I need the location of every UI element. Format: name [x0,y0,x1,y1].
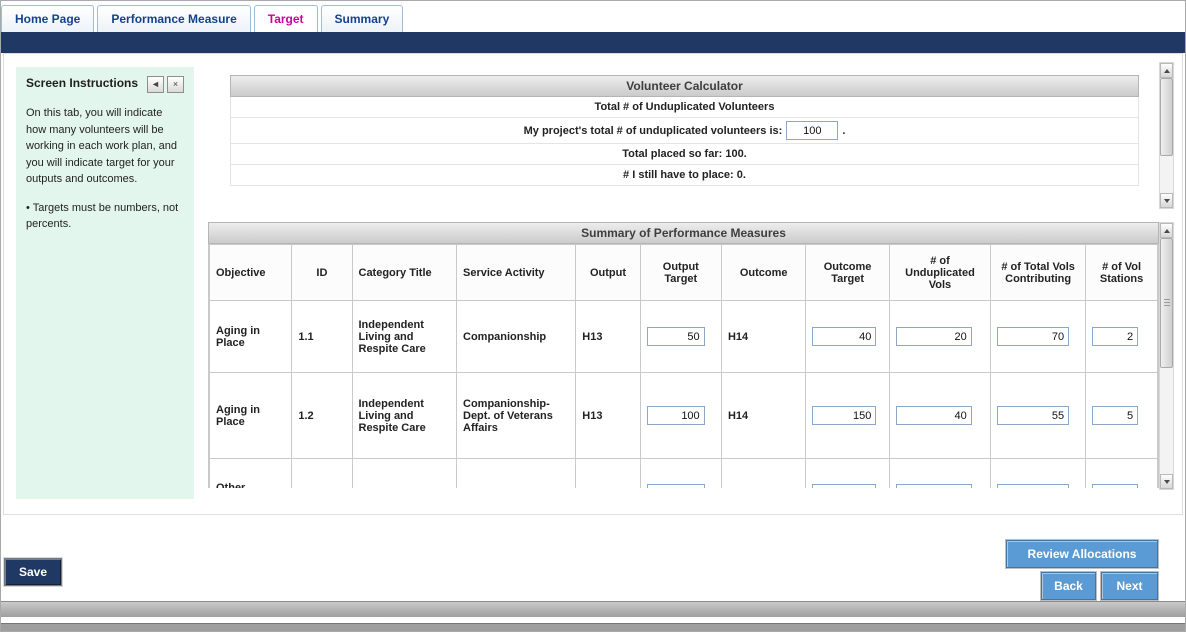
summary-scrollbar[interactable] [1159,222,1174,490]
col-header-output-target: Output Target [640,245,721,301]
vol-stations-input[interactable] [1092,327,1138,346]
screen-instructions-panel: Screen Instructions ◄ × On this tab, you… [16,67,194,499]
cell-service: Companionship [457,301,576,373]
unduplicated-volunteers-row: My project's total # of unduplicated vol… [230,118,1139,144]
instructions-prev-button[interactable]: ◄ [147,76,164,93]
still-to-place-text: # I still have to place: 0. [230,165,1139,186]
status-bar [1,601,1185,617]
cell-id: 1.1 [292,301,352,373]
cell-outcome: H14 [721,301,805,373]
tab-target[interactable]: Target [254,5,318,32]
performance-summary-table: Objective ID Category Title Service Acti… [209,244,1158,488]
instructions-paragraph-2: • Targets must be numbers, not percents. [26,200,184,233]
cell-service: Serving Non- [457,459,576,489]
performance-summary-table-viewport: Objective ID Category Title Service Acti… [208,244,1159,488]
summary-scroll-thumb[interactable] [1160,238,1173,368]
output-target-input[interactable] [647,484,705,488]
review-allocations-button[interactable]: Review Allocations [1006,540,1158,568]
col-header-category-title: Category Title [352,245,457,301]
cell-id: 1.2 [292,373,352,459]
table-row: Aging in Place 1.2 Independent Living an… [210,373,1158,459]
cell-objective: Aging in Place [210,301,292,373]
unduplicated-volunteers-suffix: . [842,125,845,137]
instructions-paragraph-1: On this tab, you will indicate how many … [26,105,184,188]
cell-category: Independent Living and Respite Care [352,373,457,459]
cell-output: OT2 [576,459,640,489]
col-header-output: Output [576,245,640,301]
volunteer-calculator-content: Volunteer Calculator Total # of Unduplic… [208,62,1159,209]
content-area: Screen Instructions ◄ × On this tab, you… [3,53,1183,515]
total-vols-input[interactable] [997,327,1069,346]
app-window: Home Page Performance Measure Target Sum… [0,0,1186,632]
performance-summary-content: Summary of Performance Measures Objectiv… [208,222,1159,490]
total-vols-input[interactable] [997,484,1069,488]
screen-instructions-title: Screen Instructions [26,76,144,90]
tab-bar: Home Page Performance Measure Target Sum… [1,1,1185,32]
performance-summary-panel: Summary of Performance Measures Objectiv… [208,222,1174,490]
volunteer-calculator-panel: Volunteer Calculator Total # of Unduplic… [208,62,1174,209]
main-panel: Volunteer Calculator Total # of Unduplic… [208,62,1174,504]
col-header-id: ID [292,245,352,301]
cell-id: 2.1 [292,459,352,489]
tab-home-page[interactable]: Home Page [1,5,94,32]
output-target-input[interactable] [647,406,705,425]
unduplicated-vols-input[interactable] [896,406,972,425]
col-header-outcome-target: Outcome Target [806,245,889,301]
col-header-objective: Objective [210,245,292,301]
cell-service: Companionship-Dept. of Veterans Affairs [457,373,576,459]
bottom-edge-bar [1,623,1185,631]
scroll-down-icon[interactable] [1160,193,1173,208]
next-button[interactable]: Next [1101,572,1158,600]
total-vols-input[interactable] [997,406,1069,425]
cell-output: H13 [576,373,640,459]
back-button[interactable]: Back [1041,572,1096,600]
output-target-input[interactable] [647,327,705,346]
cell-objective: Other Healthy [210,459,292,489]
table-row: Other Healthy 2.1 Other Serving Non- OT2 [210,459,1158,489]
tab-performance-measure[interactable]: Performance Measure [97,5,250,32]
col-header-outcome: Outcome [721,245,805,301]
unduplicated-volunteers-label: My project's total # of unduplicated vol… [524,125,783,137]
calculator-scroll-thumb[interactable] [1160,78,1173,156]
screen-instructions-header: Screen Instructions ◄ × [26,76,184,93]
col-header-total-vols-contributing: # of Total Vols Contributing [991,245,1086,301]
scroll-up-icon[interactable] [1160,63,1173,78]
tab-summary[interactable]: Summary [321,5,404,32]
scroll-up-icon[interactable] [1160,223,1173,238]
scroll-down-icon[interactable] [1160,474,1173,489]
vol-stations-input[interactable] [1092,406,1138,425]
unduplicated-vols-input[interactable] [896,484,972,488]
cell-objective: Aging in Place [210,373,292,459]
table-row: Aging in Place 1.1 Independent Living an… [210,301,1158,373]
col-header-vol-stations: # of Vol Stations [1086,245,1158,301]
calculator-subtitle: Total # of Unduplicated Volunteers [230,97,1139,118]
cell-outcome: H14 [721,373,805,459]
unduplicated-volunteers-input[interactable] [786,121,838,140]
unduplicated-vols-input[interactable] [896,327,972,346]
cell-output: H13 [576,301,640,373]
save-button[interactable]: Save [4,558,62,586]
header-bar [1,32,1185,53]
cell-category: Independent Living and Respite Care [352,301,457,373]
calculator-scrollbar[interactable] [1159,62,1174,209]
outcome-target-input[interactable] [812,484,876,488]
instructions-close-button[interactable]: × [167,76,184,93]
outcome-target-input[interactable] [812,327,876,346]
cell-outcome [721,459,805,489]
vol-stations-input[interactable] [1092,484,1138,488]
outcome-target-input[interactable] [812,406,876,425]
volunteer-calculator-title: Volunteer Calculator [230,75,1139,97]
footer-actions: Save Review Allocations Back Next [1,515,1185,601]
total-placed-text: Total placed so far: 100. [230,144,1139,165]
col-header-service-activity: Service Activity [457,245,576,301]
table-header-row: Objective ID Category Title Service Acti… [210,245,1158,301]
performance-summary-title: Summary of Performance Measures [208,222,1159,244]
cell-category: Other [352,459,457,489]
col-header-unduplicated-vols: # of Unduplicated Vols [889,245,990,301]
